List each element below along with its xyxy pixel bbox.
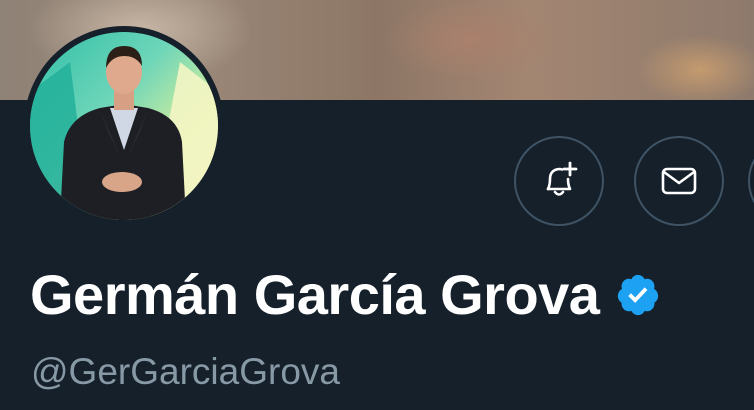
more-options-button[interactable] [748, 136, 754, 226]
name-row: Germán García Grova [30, 260, 661, 330]
verified-badge-icon [618, 274, 659, 316]
notifications-button[interactable] [514, 136, 604, 226]
message-button[interactable] [634, 136, 724, 226]
display-name: Germán García Grova [30, 263, 600, 326]
user-handle: @GerGarciaGrova [31, 351, 340, 392]
avatar[interactable] [30, 32, 218, 220]
avatar-portrait [30, 46, 218, 220]
avatar-frame [24, 26, 224, 226]
mail-icon [661, 167, 697, 195]
profile-header: Germán García Grova @GerGarciaGrova [0, 0, 754, 410]
bell-plus-icon [546, 161, 578, 196]
